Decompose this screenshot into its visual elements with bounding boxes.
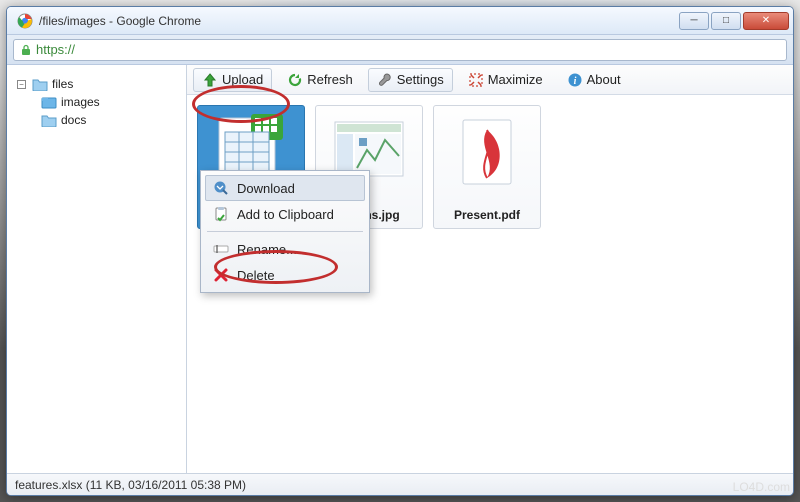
menu-label: Delete [237, 268, 275, 283]
tree-root-files[interactable]: − files [13, 75, 180, 93]
chrome-favicon [17, 13, 33, 29]
button-label: Settings [397, 72, 444, 87]
url-scheme: https:// [36, 42, 75, 57]
toolbar: Upload Refresh Settings Maximize i About [187, 65, 793, 95]
tree-label: images [61, 95, 100, 109]
maximize-button[interactable]: Maximize [459, 68, 552, 92]
refresh-icon [287, 72, 303, 88]
maximize-window-button[interactable]: □ [711, 12, 741, 30]
url-input[interactable]: https:// [13, 39, 787, 61]
file-name: Present.pdf [454, 208, 520, 222]
address-bar: https:// [7, 35, 793, 65]
delete-icon [213, 267, 229, 283]
clipboard-icon [213, 206, 229, 222]
button-label: Refresh [307, 72, 353, 87]
settings-button[interactable]: Settings [368, 68, 453, 92]
folder-tree: − files images docs [7, 65, 187, 473]
folder-icon [41, 114, 57, 127]
status-text: features.xlsx (11 KB, 03/16/2011 05:38 P… [15, 478, 246, 492]
tree-label: files [52, 77, 73, 91]
folder-icon [32, 78, 48, 91]
button-label: Maximize [488, 72, 543, 87]
file-tile-present[interactable]: Present.pdf [433, 105, 541, 229]
pdf-thumbnail-icon [447, 112, 527, 200]
rename-icon [213, 241, 229, 257]
menu-clipboard[interactable]: Add to Clipboard [205, 201, 365, 227]
status-bar: features.xlsx (11 KB, 03/16/2011 05:38 P… [7, 473, 793, 495]
menu-rename[interactable]: Rename... [205, 236, 365, 262]
wrench-icon [377, 72, 393, 88]
tree-item-docs[interactable]: docs [13, 111, 180, 129]
svg-text:i: i [573, 76, 576, 87]
refresh-button[interactable]: Refresh [278, 68, 362, 92]
watermark: LO4D.com [733, 480, 790, 494]
titlebar: /files/images - Google Chrome ─ □ ✕ [7, 7, 793, 35]
lock-icon [20, 44, 32, 56]
tree-item-images[interactable]: images [13, 93, 180, 111]
menu-separator [207, 231, 363, 232]
upload-icon [202, 72, 218, 88]
upload-button[interactable]: Upload [193, 68, 272, 92]
window-title: /files/images - Google Chrome [39, 14, 201, 28]
collapse-icon[interactable]: − [17, 80, 26, 89]
download-icon [213, 180, 229, 196]
close-window-button[interactable]: ✕ [743, 12, 789, 30]
button-label: Upload [222, 72, 263, 87]
folder-icon [41, 96, 57, 109]
menu-download[interactable]: Download [205, 175, 365, 201]
chrome-window: /files/images - Google Chrome ─ □ ✕ http… [6, 6, 794, 496]
maximize-icon [468, 72, 484, 88]
about-button[interactable]: i About [558, 68, 630, 92]
menu-label: Add to Clipboard [237, 207, 334, 222]
tree-label: docs [61, 113, 86, 127]
menu-delete[interactable]: Delete [205, 262, 365, 288]
minimize-button[interactable]: ─ [679, 12, 709, 30]
menu-label: Rename... [237, 242, 297, 257]
context-menu: Download Add to Clipboard Rename... Dele… [200, 170, 370, 293]
button-label: About [587, 72, 621, 87]
info-icon: i [567, 72, 583, 88]
menu-label: Download [237, 181, 295, 196]
